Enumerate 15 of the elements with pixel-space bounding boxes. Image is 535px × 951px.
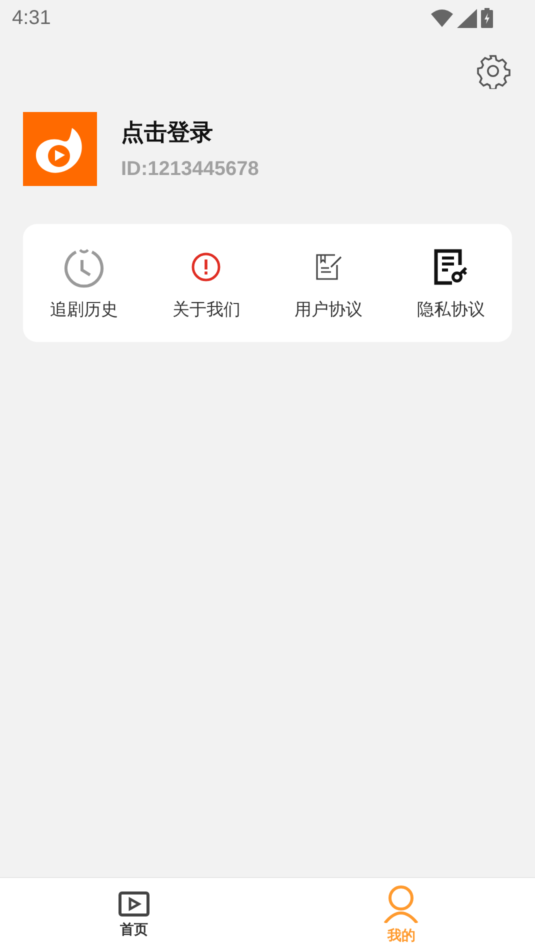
user-icon	[383, 884, 420, 922]
wifi-icon	[431, 9, 453, 27]
signal-icon	[457, 8, 477, 28]
login-link[interactable]: 点击登录	[121, 117, 259, 148]
video-icon	[118, 890, 150, 916]
menu-item[interactable]: 用户协议	[268, 224, 390, 342]
menu-item[interactable]: 追剧历史	[23, 224, 146, 342]
settings-icon[interactable]	[475, 53, 511, 89]
app-logo[interactable]	[23, 112, 97, 186]
menu-item[interactable]: 关于我们	[145, 224, 268, 342]
menu-item[interactable]: 隐私协议	[390, 224, 512, 342]
status-time: 4:31	[12, 6, 52, 30]
battery-icon	[481, 8, 493, 28]
user-id: ID:1213445678	[121, 158, 259, 181]
nav-tab[interactable]: 首页	[0, 878, 268, 951]
